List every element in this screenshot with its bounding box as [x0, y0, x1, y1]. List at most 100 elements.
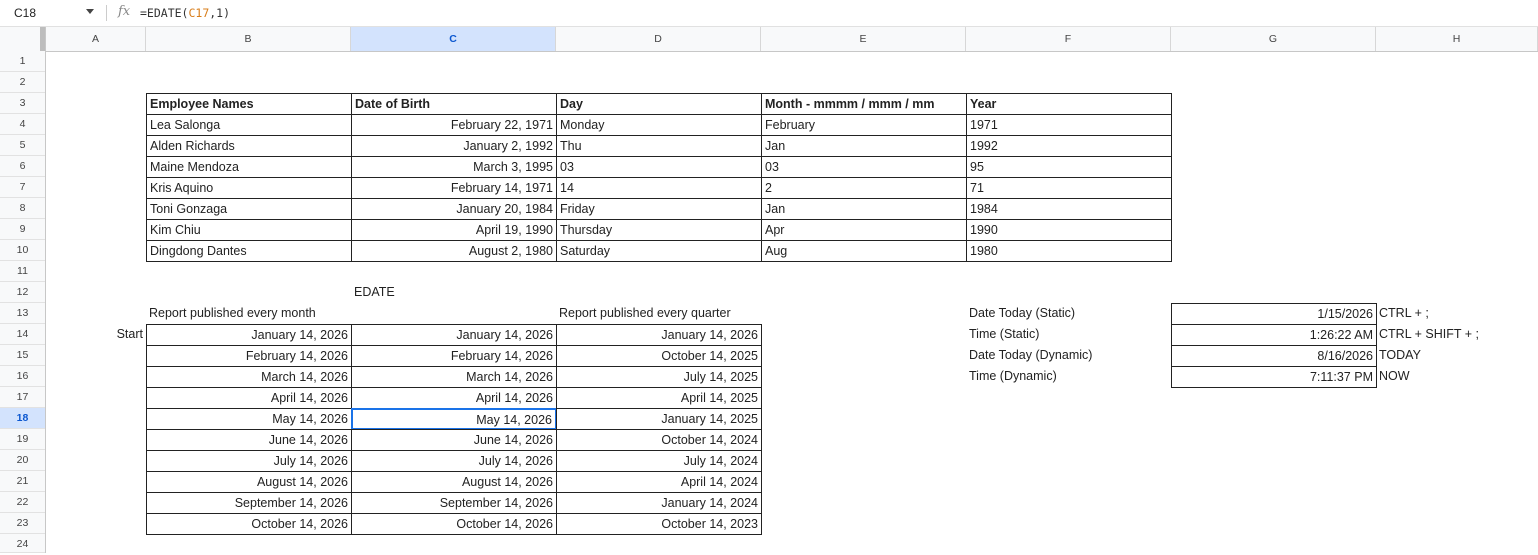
- employee-name-cell[interactable]: Lea Salonga: [146, 114, 352, 136]
- table-cell[interactable]: 1984: [966, 198, 1172, 220]
- row-header-23[interactable]: 23: [0, 513, 45, 534]
- date-cell[interactable]: September 14, 2026: [146, 492, 352, 514]
- table-cell[interactable]: 71: [966, 177, 1172, 199]
- table-header-cell[interactable]: Employee Names: [146, 93, 352, 115]
- date-cell[interactable]: May 14, 2026: [146, 408, 352, 430]
- row-header-7[interactable]: 7: [0, 177, 45, 198]
- date-cell[interactable]: January 14, 2026: [146, 324, 352, 346]
- table-cell[interactable]: Aug: [761, 240, 967, 262]
- column-header-a[interactable]: A: [46, 27, 146, 51]
- edate-title[interactable]: EDATE: [351, 282, 556, 303]
- row-header-10[interactable]: 10: [0, 240, 45, 261]
- monthly-label[interactable]: Report published every month: [146, 303, 556, 324]
- date-cell[interactable]: August 14, 2026: [146, 471, 352, 493]
- table-cell[interactable]: Jan: [761, 198, 967, 220]
- shortcut-note[interactable]: CTRL + SHIFT + ;: [1376, 324, 1538, 345]
- employee-name-cell[interactable]: Kim Chiu: [146, 219, 352, 241]
- date-cell[interactable]: July 14, 2025: [556, 366, 762, 388]
- employee-name-cell[interactable]: Dingdong Dantes: [146, 240, 352, 262]
- sheet-grid[interactable]: Employee Names Date of Birth Day Month - mm…: [46, 51, 1538, 553]
- date-cell[interactable]: January 14, 2026: [556, 324, 762, 346]
- shortcut-note[interactable]: NOW: [1376, 366, 1538, 387]
- datetime-value[interactable]: 1/15/2026: [1171, 303, 1377, 325]
- row-header-5[interactable]: 5: [0, 135, 45, 156]
- row-header-15[interactable]: 15: [0, 345, 45, 366]
- table-cell[interactable]: March 3, 1995: [351, 156, 557, 178]
- row-header-11[interactable]: 11: [0, 261, 45, 282]
- column-header-g[interactable]: G: [1171, 27, 1376, 51]
- table-cell[interactable]: Monday: [556, 114, 762, 136]
- table-cell[interactable]: August 2, 1980: [351, 240, 557, 262]
- table-cell[interactable]: 1990: [966, 219, 1172, 241]
- table-header-cell[interactable]: Date of Birth: [351, 93, 557, 115]
- column-header-e[interactable]: E: [761, 27, 966, 51]
- date-cell[interactable]: August 14, 2026: [351, 471, 557, 493]
- table-cell[interactable]: January 2, 1992: [351, 135, 557, 157]
- select-all-corner[interactable]: [0, 27, 46, 51]
- row-header-19[interactable]: 19: [0, 429, 45, 450]
- name-box[interactable]: C18: [0, 0, 100, 26]
- table-cell[interactable]: January 20, 1984: [351, 198, 557, 220]
- column-header-d[interactable]: D: [556, 27, 761, 51]
- table-cell[interactable]: 03: [556, 156, 762, 178]
- date-cell[interactable]: October 14, 2024: [556, 429, 762, 451]
- row-header-22[interactable]: 22: [0, 492, 45, 513]
- row-header-17[interactable]: 17: [0, 387, 45, 408]
- date-cell[interactable]: October 14, 2023: [556, 513, 762, 535]
- table-cell[interactable]: February 22, 1971: [351, 114, 557, 136]
- row-header-13[interactable]: 13: [0, 303, 45, 324]
- date-cell[interactable]: March 14, 2026: [351, 366, 557, 388]
- row-header-1[interactable]: 1: [0, 51, 45, 72]
- datetime-value[interactable]: 7:11:37 PM: [1171, 366, 1377, 388]
- datetime-value[interactable]: 1:26:22 AM: [1171, 324, 1377, 346]
- employee-name-cell[interactable]: Kris Aquino: [146, 177, 352, 199]
- row-header-8[interactable]: 8: [0, 198, 45, 219]
- row-header-3[interactable]: 3: [0, 93, 45, 114]
- table-cell[interactable]: February 14, 1971: [351, 177, 557, 199]
- date-cell[interactable]: July 14, 2026: [146, 450, 352, 472]
- column-header-c[interactable]: C: [351, 27, 556, 51]
- date-cell[interactable]: February 14, 2026: [146, 345, 352, 367]
- date-cell[interactable]: June 14, 2026: [146, 429, 352, 451]
- datetime-value[interactable]: 8/16/2026: [1171, 345, 1377, 367]
- shortcut-note[interactable]: CTRL + ;: [1376, 303, 1538, 324]
- table-cell[interactable]: Thursday: [556, 219, 762, 241]
- datetime-label[interactable]: Date Today (Static): [966, 303, 1171, 324]
- date-cell[interactable]: January 14, 2025: [556, 408, 762, 430]
- datetime-label[interactable]: Time (Dynamic): [966, 366, 1171, 387]
- date-cell[interactable]: April 14, 2026: [351, 387, 557, 409]
- selected-cell[interactable]: May 14, 2026: [351, 408, 557, 430]
- table-cell[interactable]: 03: [761, 156, 967, 178]
- row-header-20[interactable]: 20: [0, 450, 45, 471]
- row-header-9[interactable]: 9: [0, 219, 45, 240]
- date-cell[interactable]: July 14, 2024: [556, 450, 762, 472]
- row-header-18[interactable]: 18: [0, 408, 45, 429]
- quarterly-label[interactable]: Report published every quarter: [556, 303, 966, 324]
- table-cell[interactable]: Saturday: [556, 240, 762, 262]
- date-cell[interactable]: October 14, 2025: [556, 345, 762, 367]
- date-cell[interactable]: June 14, 2026: [351, 429, 557, 451]
- table-cell[interactable]: 1971: [966, 114, 1172, 136]
- table-header-cell[interactable]: Year: [966, 93, 1172, 115]
- date-cell[interactable]: January 14, 2026: [351, 324, 557, 346]
- row-header-16[interactable]: 16: [0, 366, 45, 387]
- table-cell[interactable]: February: [761, 114, 967, 136]
- date-cell[interactable]: April 14, 2024: [556, 471, 762, 493]
- date-cell[interactable]: March 14, 2026: [146, 366, 352, 388]
- employee-name-cell[interactable]: Alden Richards: [146, 135, 352, 157]
- date-cell[interactable]: April 14, 2026: [146, 387, 352, 409]
- start-label[interactable]: Start: [46, 324, 146, 345]
- row-header-21[interactable]: 21: [0, 471, 45, 492]
- row-header-2[interactable]: 2: [0, 72, 45, 93]
- employee-name-cell[interactable]: Maine Mendoza: [146, 156, 352, 178]
- table-header-cell[interactable]: Month - mmmm / mmm / mm: [761, 93, 967, 115]
- row-header-4[interactable]: 4: [0, 114, 45, 135]
- date-cell[interactable]: September 14, 2026: [351, 492, 557, 514]
- date-cell[interactable]: January 14, 2024: [556, 492, 762, 514]
- table-cell[interactable]: 95: [966, 156, 1172, 178]
- column-header-b[interactable]: B: [146, 27, 351, 51]
- datetime-label[interactable]: Date Today (Dynamic): [966, 345, 1171, 366]
- table-cell[interactable]: Thu: [556, 135, 762, 157]
- row-header-14[interactable]: 14: [0, 324, 45, 345]
- date-cell[interactable]: February 14, 2026: [351, 345, 557, 367]
